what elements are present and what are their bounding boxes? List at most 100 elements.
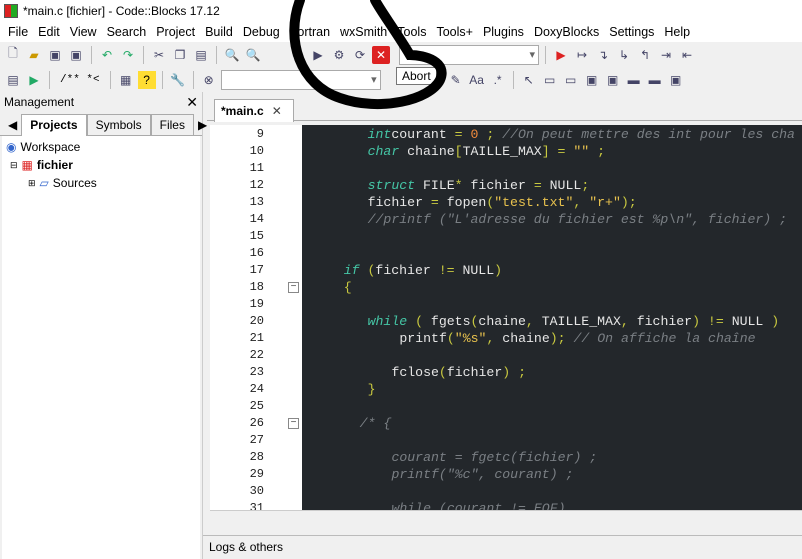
step-into-icon[interactable]: ↳ <box>615 46 633 64</box>
tab-projects[interactable]: Projects <box>21 114 87 136</box>
code-token: NULL <box>541 178 582 193</box>
doxy-comment-button[interactable]: /** *< <box>56 74 104 86</box>
menu-file[interactable]: File <box>4 25 34 39</box>
abort-icon[interactable]: ✕ <box>372 45 390 64</box>
compiler-icon[interactable]: ▤ <box>4 71 22 89</box>
project-tree: ◉ Workspace ⊟ ▦ fichier ⊞ ▱ Sources <box>2 136 200 559</box>
code-token: ( <box>446 331 455 346</box>
close-icon[interactable]: ✕ <box>186 94 198 111</box>
settings-wrench-icon[interactable]: 🔧 <box>169 71 187 89</box>
fold-marker-icon[interactable]: − <box>288 282 299 293</box>
code-token: fclose <box>391 365 439 380</box>
menu-settings[interactable]: Settings <box>605 25 660 39</box>
tree-project[interactable]: ⊟ ▦ fichier <box>6 156 196 174</box>
code-token: struct <box>367 178 416 193</box>
tab-symbols[interactable]: Symbols <box>86 114 151 135</box>
new-file-icon[interactable]: 🗋 <box>4 46 22 64</box>
build-run-icon[interactable]: ⚙ <box>330 46 348 64</box>
code-token: , <box>620 314 637 329</box>
save-icon[interactable]: ▣ <box>46 46 64 64</box>
fold-marker-icon[interactable]: − <box>288 418 299 429</box>
menu-plugins[interactable]: Plugins <box>479 25 530 39</box>
code-token: , <box>573 195 590 210</box>
run-to-cursor-icon[interactable]: ↦ <box>573 46 591 64</box>
code-editor[interactable]: intcourant = 0 ; //On peut mettre des in… <box>302 125 802 510</box>
rebuild-icon[interactable]: ⟳ <box>351 46 369 64</box>
layout-icon[interactable]: ▬ <box>625 71 643 89</box>
menu-tools[interactable]: Tools <box>393 25 432 39</box>
code-token: fopen <box>438 195 487 210</box>
select-icon[interactable]: ↖ <box>520 71 538 89</box>
menu-wxsmith[interactable]: wxSmith <box>336 25 393 39</box>
code-line: fichier = fopen("test.txt", "r+"); <box>368 194 637 211</box>
help-icon[interactable]: ? <box>137 70 156 89</box>
code-line: char chaine[TAILLE_MAX] = "" ; <box>368 143 605 160</box>
image-icon[interactable]: ▣ <box>583 71 601 89</box>
layout3-icon[interactable]: ▣ <box>667 71 685 89</box>
tree-sources[interactable]: ⊞ ▱ Sources <box>6 174 196 192</box>
open-icon[interactable]: ▰ <box>25 46 43 64</box>
code-token: while (courant != EOF) <box>391 501 566 510</box>
highlight-icon[interactable]: ✎ <box>447 71 465 89</box>
menu-search[interactable]: Search <box>103 25 153 39</box>
code-token: = <box>430 195 439 210</box>
undo-icon[interactable]: ↶ <box>98 46 116 64</box>
horizontal-scrollbar[interactable] <box>210 510 802 526</box>
code-token: ) != <box>692 314 732 329</box>
next-instruction-icon[interactable]: ⇥ <box>657 46 675 64</box>
doxywizard-icon[interactable]: ▦ <box>117 71 135 89</box>
step-instruction-icon[interactable]: ⇤ <box>678 46 696 64</box>
redo-icon[interactable]: ↷ <box>119 46 137 64</box>
menu-project[interactable]: Project <box>152 25 201 39</box>
regex-icon[interactable]: .* <box>489 71 507 89</box>
build-target-select[interactable] <box>399 44 539 65</box>
code-token: "test.txt" <box>494 195 574 210</box>
code-completion-icon[interactable]: ⊗ <box>200 71 218 89</box>
step-out-icon[interactable]: ↰ <box>636 46 654 64</box>
code-token: courant = fgetc(fichier) ; <box>391 450 598 465</box>
replace-icon[interactable]: 🔍 <box>244 46 262 64</box>
logs-panel: Logs & others <box>203 535 802 559</box>
match-case-icon[interactable]: Aa <box>468 71 486 89</box>
menu-edit[interactable]: Edit <box>34 25 66 39</box>
debug-icon[interactable]: ▶ <box>552 46 570 64</box>
menu-build[interactable]: Build <box>201 25 239 39</box>
paste-icon[interactable]: ▤ <box>192 46 210 64</box>
code-token: , <box>486 331 503 346</box>
editor-tab-main-c[interactable]: *main.c ✕ <box>214 99 294 122</box>
code-token: while <box>367 314 408 329</box>
code-token: NULL <box>731 314 764 329</box>
menu-view[interactable]: View <box>66 25 103 39</box>
collapse-icon[interactable]: ⊟ <box>10 160 18 171</box>
workspace-icon: ◉ <box>6 140 17 154</box>
cut-icon[interactable]: ✂ <box>150 46 168 64</box>
menu-debug[interactable]: Debug <box>239 25 286 39</box>
code-token: "" <box>573 144 590 159</box>
tab-scroll-left-icon[interactable]: ◀ <box>4 115 21 135</box>
line-number: 29 <box>249 467 264 481</box>
line-number: 11 <box>249 161 264 175</box>
tab-files[interactable]: Files <box>150 114 194 135</box>
menu-tools-plus[interactable]: Tools+ <box>432 25 478 39</box>
close-tab-icon[interactable]: ✕ <box>272 104 282 118</box>
menu-help[interactable]: Help <box>660 25 696 39</box>
run-icon[interactable]: ▶ <box>309 46 327 64</box>
copy-icon[interactable]: ❐ <box>171 46 189 64</box>
run-script-icon[interactable]: ▶ <box>25 71 43 89</box>
find-icon[interactable]: 🔍 <box>223 46 241 64</box>
menu-doxyblocks[interactable]: DoxyBlocks <box>530 25 605 39</box>
frame-icon[interactable]: ▭ <box>562 71 580 89</box>
menu-fortran[interactable]: Fortran <box>286 25 336 39</box>
layout2-icon[interactable]: ▬ <box>646 71 664 89</box>
next-line-icon[interactable]: ↴ <box>594 46 612 64</box>
code-token: int <box>367 127 392 142</box>
code-token: fichier <box>462 178 534 193</box>
tree-workspace[interactable]: ◉ Workspace <box>6 138 196 156</box>
expand-icon[interactable]: ⊞ <box>28 178 36 189</box>
line-number: 9 <box>256 127 264 141</box>
rect-icon[interactable]: ▭ <box>541 71 559 89</box>
save-all-icon[interactable]: ▣ <box>67 46 85 64</box>
build-settings-icon[interactable]: ⚙ <box>288 46 306 64</box>
box-icon[interactable]: ▣ <box>604 71 622 89</box>
scope-select[interactable] <box>220 69 381 90</box>
